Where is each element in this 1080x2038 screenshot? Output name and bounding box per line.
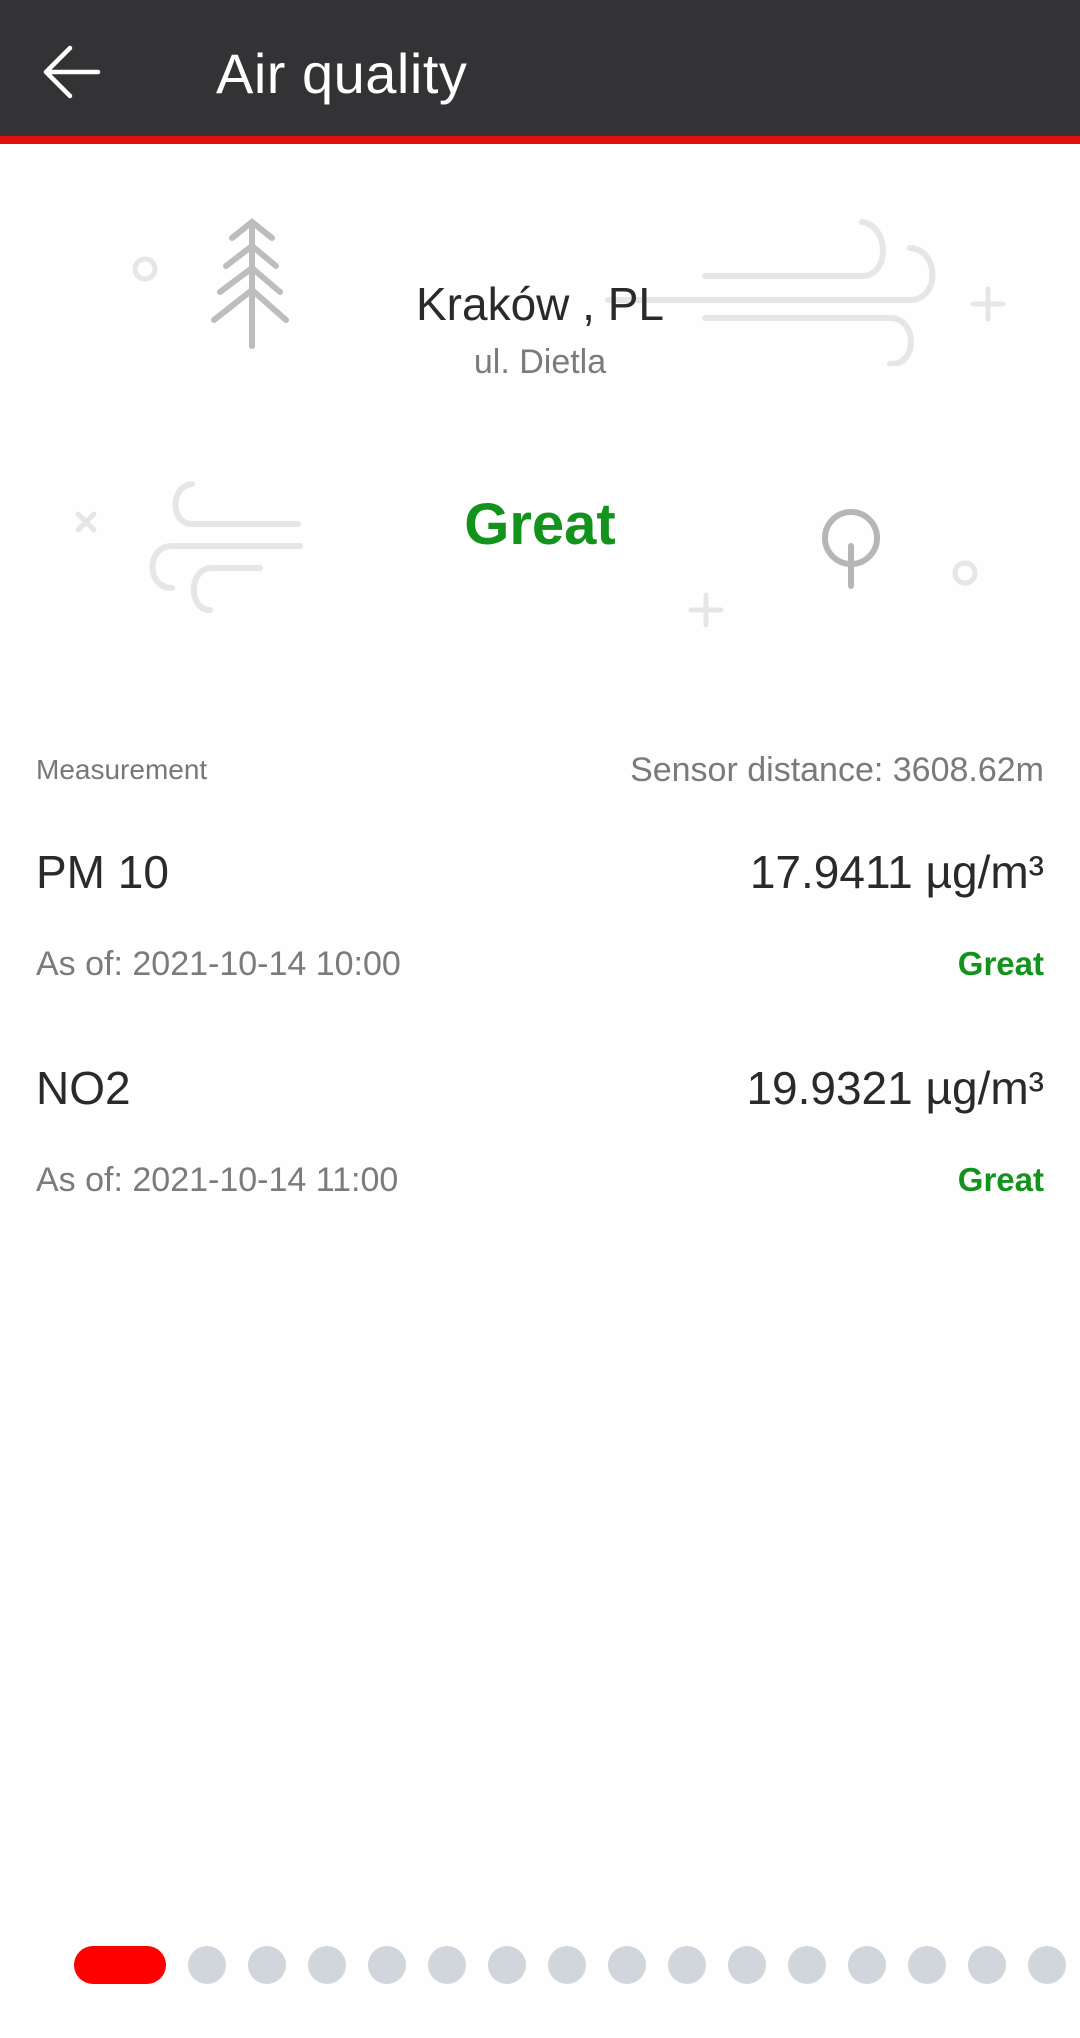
- location-street: ul. Dietla: [473, 343, 607, 381]
- page-dot[interactable]: [428, 1946, 466, 1984]
- pollutant-name: PM 10: [36, 846, 169, 898]
- measurements-header: Measurement Sensor distance: 3608.62m: [36, 748, 1044, 792]
- sensor-distance: Sensor distance: 3608.62m: [630, 750, 1044, 789]
- page-dot[interactable]: [788, 1946, 826, 1984]
- page-dot[interactable]: [668, 1946, 706, 1984]
- circle-icon: [952, 560, 978, 586]
- page-dot[interactable]: [848, 1946, 886, 1984]
- pollutant-value: 17.9411 µg/m³: [749, 846, 1044, 898]
- page-indicator: [74, 1946, 1066, 1984]
- measurement-timestamp: As of: 2021-10-14 11:00: [36, 1160, 399, 1199]
- app-bar: Air quality: [0, 0, 1080, 144]
- page-dot[interactable]: [968, 1946, 1006, 1984]
- page-dot[interactable]: [728, 1946, 766, 1984]
- page-dot-active[interactable]: [74, 1946, 166, 1984]
- pollutant-name: NO2: [36, 1062, 131, 1114]
- page-dot[interactable]: [248, 1946, 286, 1984]
- location-city: Kraków , PL: [416, 278, 664, 330]
- measurement-label: Measurement: [36, 754, 208, 785]
- pollutant-status: Great: [957, 1161, 1044, 1198]
- measurement-meta-row: As of: 2021-10-14 10:00 Great: [36, 934, 1044, 994]
- page-dot[interactable]: [368, 1946, 406, 1984]
- arrow-left-icon: [43, 45, 101, 99]
- pollutant-status: Great: [957, 945, 1044, 982]
- page-dot[interactable]: [608, 1946, 646, 1984]
- measurement-timestamp: As of: 2021-10-14 10:00: [36, 944, 401, 983]
- pollutant-value: 19.9321 µg/m³: [746, 1062, 1044, 1114]
- overall-status: Great: [464, 492, 616, 557]
- page-dot[interactable]: [488, 1946, 526, 1984]
- page-dot[interactable]: [1028, 1946, 1066, 1984]
- page-dot[interactable]: [188, 1946, 226, 1984]
- page-dot[interactable]: [908, 1946, 946, 1984]
- measurement-meta-row: As of: 2021-10-14 11:00 Great: [36, 1150, 1044, 1210]
- page-dot[interactable]: [308, 1946, 346, 1984]
- plus-icon: [688, 592, 724, 628]
- page-dot[interactable]: [548, 1946, 586, 1984]
- measurement-row: PM 10 17.9411 µg/m³: [36, 842, 1044, 902]
- page-title: Air quality: [216, 42, 468, 105]
- measurement-row: NO2 19.9321 µg/m³: [36, 1058, 1044, 1118]
- back-button[interactable]: [28, 28, 116, 116]
